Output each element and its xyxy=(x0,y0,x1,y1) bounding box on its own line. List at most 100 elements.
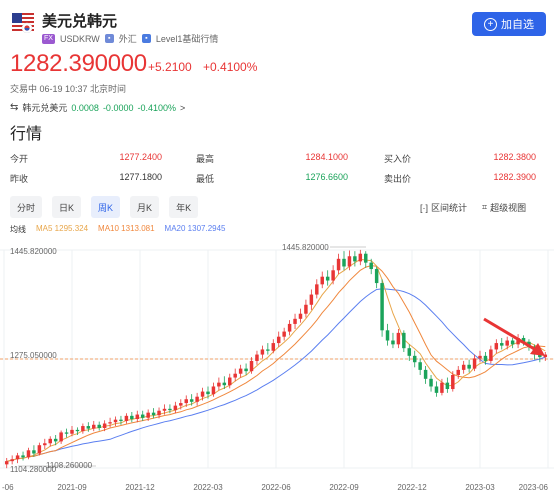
candle-body xyxy=(10,459,14,462)
candle-body xyxy=(260,349,265,355)
symbol-info: FX USDKRW ▪ 外汇 ▪ Level1基础行情 xyxy=(42,32,218,45)
candle-body xyxy=(445,382,450,390)
stat-label-ask: 卖出价 xyxy=(384,174,412,184)
candle-body xyxy=(151,412,156,416)
candle-body xyxy=(157,410,161,416)
stat-value-high: 1284.1000 xyxy=(305,152,348,162)
candle-body xyxy=(146,412,150,418)
period-tabs: 分时 日K 周K 月K 年K xyxy=(10,196,199,218)
candle-body xyxy=(140,414,145,418)
candle-body xyxy=(380,283,384,331)
y-axis-mid-label: 1275.050000 xyxy=(10,351,57,360)
candle-body xyxy=(249,360,254,372)
x-axis-labels: -06 2021-09 2021-12 2022-03 2022-06 2022-09 20… xyxy=(2,483,549,492)
stat-label-bid: 买入价 xyxy=(384,154,412,164)
candle-body xyxy=(179,403,183,406)
min-price-label: 1108.260000 xyxy=(46,461,93,470)
candle-body xyxy=(113,419,118,423)
candle-body xyxy=(315,284,319,295)
candle-body xyxy=(510,340,515,345)
plus-circle-icon: + xyxy=(484,17,497,31)
candle-body xyxy=(412,355,417,363)
tab-monthly[interactable]: 月K xyxy=(130,196,160,218)
ma-legend-title: 均线 xyxy=(10,225,26,234)
candle-body xyxy=(304,304,308,314)
chart-grid xyxy=(0,249,554,469)
candle-body xyxy=(336,258,341,271)
reverse-pair-pct: -0.4100% xyxy=(137,102,176,113)
candle-body xyxy=(402,332,406,349)
candle-body xyxy=(266,349,270,351)
candle-body xyxy=(189,399,194,402)
ma-legend: 均线 MA5 1295.324 MA10 1313.081 MA20 1307.… xyxy=(10,224,225,235)
candle-body xyxy=(108,422,112,424)
candle-body xyxy=(168,408,172,411)
reverse-pair-link[interactable]: ⇆ 韩元兑美元 0.0008 -0.0000 -0.4100% > xyxy=(10,101,185,114)
stat-label-prev-close: 昨收 xyxy=(10,174,29,184)
tab-yearly[interactable]: 年K xyxy=(169,196,199,218)
x-axis-label: 2022-03 xyxy=(193,483,223,492)
x-axis-label: 2021-09 xyxy=(57,483,87,492)
candle-body xyxy=(358,253,363,262)
candle-body xyxy=(228,377,232,386)
us-flag-icon xyxy=(12,13,34,34)
candle-body xyxy=(4,461,9,465)
tab-intraday[interactable]: 分时 xyxy=(10,196,43,218)
x-axis-label: 2023-06 xyxy=(519,483,549,492)
super-view-button[interactable]: ⌗ 超级视图 xyxy=(482,201,526,214)
candle-body xyxy=(423,369,428,379)
tab-daily[interactable]: 日K xyxy=(52,196,82,218)
interval-stats-label: 区间统计 xyxy=(431,203,468,213)
stat-value-bid: 1282.3800 xyxy=(493,152,536,162)
stat-label-low: 最低 xyxy=(196,174,215,184)
frame-icon: ⌗ xyxy=(482,202,488,212)
add-watchlist-button[interactable]: + 加自选 xyxy=(472,12,546,36)
x-axis-label: 2022-06 xyxy=(261,483,291,492)
candle-body xyxy=(124,415,129,421)
candle-body xyxy=(217,382,221,387)
candle-body xyxy=(309,294,314,305)
candle-body xyxy=(92,424,96,429)
max-price-label: 1445.820000 xyxy=(282,243,329,252)
candle-body xyxy=(429,378,433,387)
candle-body xyxy=(467,364,471,369)
candle-body xyxy=(325,276,330,281)
candle-body xyxy=(396,332,401,345)
ma10-label: MA10 1313.081 xyxy=(98,224,155,233)
candle-body xyxy=(244,368,248,372)
candle-body xyxy=(418,362,422,370)
stat-value-low: 1276.6600 xyxy=(305,172,348,182)
chevron-right-icon: > xyxy=(180,102,186,113)
candle-body xyxy=(86,426,91,429)
candle-body xyxy=(472,358,477,369)
candle-body xyxy=(200,391,205,397)
candle-body xyxy=(342,258,346,267)
x-axis-label: 2022-12 xyxy=(397,483,427,492)
fx-tag: FX xyxy=(42,33,55,44)
candle-body xyxy=(173,405,178,411)
reverse-pair-change: -0.0000 xyxy=(102,102,134,113)
interval-stats-button[interactable]: [·] 区间统计 xyxy=(420,201,467,214)
candle-body xyxy=(119,419,123,421)
candle-body xyxy=(407,348,412,356)
price-change: +5.2100 xyxy=(148,60,192,74)
tab-weekly[interactable]: 周K xyxy=(91,196,121,218)
candle-body xyxy=(391,340,395,345)
stat-value-open: 1277.2400 xyxy=(119,152,162,162)
candle-body xyxy=(135,414,140,420)
swap-icon: ⇆ xyxy=(10,102,19,113)
candle-body xyxy=(494,343,499,350)
market-icon: ▪ xyxy=(104,34,114,43)
candle-body xyxy=(489,349,493,361)
kline-chart[interactable]: 1445.820000 1275.050000 1104.280000 1445… xyxy=(0,240,554,502)
candle-body xyxy=(184,399,188,404)
candle-body xyxy=(59,432,63,442)
candle-body xyxy=(75,429,80,432)
candle-body xyxy=(282,331,286,337)
candle-body xyxy=(353,256,357,262)
candle-body xyxy=(287,323,292,332)
candle-body xyxy=(53,438,58,442)
page-title: 美元兑韩元 xyxy=(42,13,118,30)
candle-body xyxy=(456,369,460,375)
candle-body xyxy=(206,391,210,395)
